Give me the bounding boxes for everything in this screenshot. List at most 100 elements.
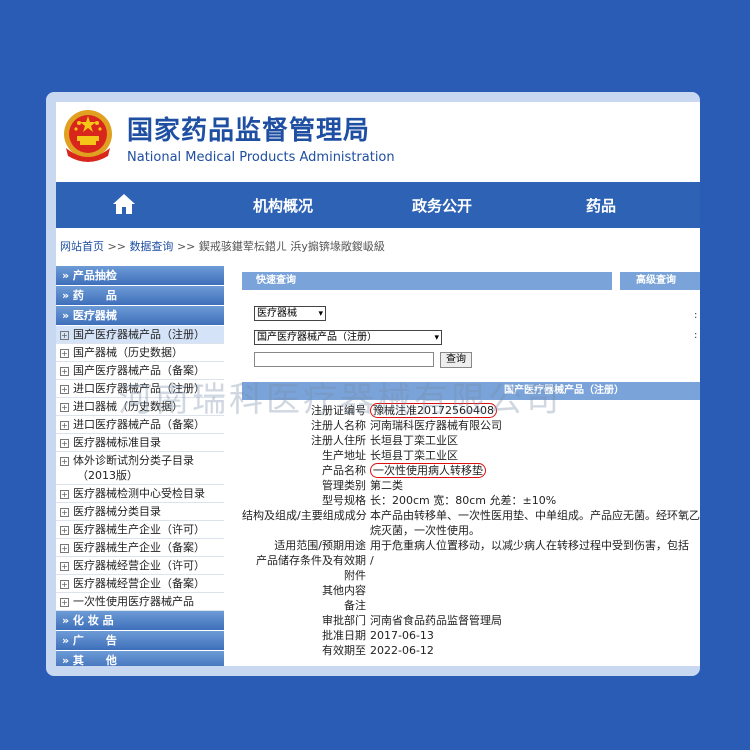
breadcrumb-current: 鍥戒骇鍖荤枟鍣ㄦ 浜у搧锛堟敞鍐岋級	[198, 240, 385, 253]
expand-icon: +	[60, 489, 69, 499]
field-value: 豫械注准20172560408	[370, 403, 700, 418]
sidebar-item-testing-center[interactable]: + 医疗器械检测中心受检目录	[56, 485, 224, 503]
breadcrumb-separator: >>	[176, 240, 196, 253]
field-label: 适用范围/预期用途	[274, 539, 366, 552]
sidebar-category-other[interactable]: » 其 他	[56, 651, 224, 666]
table-row: 产品名称 一次性使用病人转移垫	[242, 463, 700, 478]
sidebar-item-label: 医疗器械经营企业（备案）	[73, 577, 205, 590]
expand-icon: +	[60, 507, 69, 517]
sidebar-item-domestic-filed[interactable]: + 国产医疗器械产品（备案）	[56, 362, 224, 380]
sidebar-item-domestic-history[interactable]: + 国产器械（历史数据）	[56, 344, 224, 362]
sidebar-item-label: 医疗器械标准目录	[73, 436, 161, 449]
table-row: 审批部门 河南省食品药品监督管理局	[242, 613, 700, 628]
sidebar-item-label: 一次性使用医疗器械产品	[73, 595, 194, 608]
sidebar-category-ads[interactable]: » 广 告	[56, 631, 224, 650]
sidebar-item-import-registered[interactable]: + 进口医疗器械产品（注册）	[56, 380, 224, 398]
expand-icon: +	[60, 348, 69, 358]
sidebar-item-standards[interactable]: + 医疗器械标准目录	[56, 434, 224, 452]
table-row: 注册人住所 长垣县丁栾工业区	[242, 433, 700, 448]
sidebar-item-producer-license[interactable]: + 医疗器械生产企业（许可）	[56, 521, 224, 539]
screenshot-frame: 国家药品监督管理局 National Medical Products Admi…	[46, 92, 700, 676]
home-icon[interactable]	[112, 193, 136, 215]
expand-icon: +	[60, 384, 69, 394]
field-value: 长垣县丁栾工业区	[370, 434, 458, 447]
expand-icon: +	[60, 543, 69, 553]
field-value: 用于危重病人位置移动，以减少病人在转移过程中受到伤害，包括	[370, 539, 689, 552]
field-value: 2022-06-12	[370, 644, 434, 657]
sidebar-item-import-filed[interactable]: + 进口医疗器械产品（备案）	[56, 416, 224, 434]
sidebar-category-product-check[interactable]: » 产品抽检	[56, 266, 224, 285]
sidebar-item-label: 医疗器械生产企业（许可）	[73, 523, 205, 536]
field-value	[370, 598, 700, 613]
nav-item-drugs[interactable]: 药品	[586, 195, 616, 216]
national-emblem-icon	[64, 110, 112, 162]
sidebar-item-label: 医疗器械经营企业（许可）	[73, 559, 205, 572]
field-value: 第二类	[370, 479, 403, 492]
site-title-cn: 国家药品监督管理局	[127, 116, 371, 146]
field-label: 型号规格	[322, 494, 366, 507]
table-row: 有效期至 2022-06-12	[242, 643, 700, 658]
sidebar-item-label-cont: （2013版）	[77, 469, 138, 482]
sidebar-item-label: 体外诊断试剂分类子目录	[73, 454, 194, 467]
table-row: 附件	[242, 568, 700, 583]
category-select[interactable]: 医疗器械 ▾	[254, 306, 326, 321]
expand-icon: +	[60, 456, 69, 466]
clipped-text: :	[694, 310, 698, 321]
expand-icon: +	[60, 525, 69, 535]
sidebar-item-label: 国产器械（历史数据）	[73, 346, 183, 359]
breadcrumb-home-link[interactable]: 网站首页	[60, 240, 104, 253]
web-page: 国家药品监督管理局 National Medical Products Admi…	[56, 102, 700, 666]
main-nav: 机构概况 政务公开 药品	[56, 182, 700, 228]
clipped-text: :	[694, 330, 698, 341]
sidebar-item-label: 国产医疗器械产品（备案）	[73, 364, 205, 377]
field-value: 一次性使用病人转移垫	[370, 463, 700, 478]
sidebar-item-classification[interactable]: + 医疗器械分类目录	[56, 503, 224, 521]
field-label: 注册人名称	[311, 419, 366, 432]
expand-icon: +	[60, 579, 69, 589]
sidebar-item-dealer-filed[interactable]: + 医疗器械经营企业（备案）	[56, 575, 224, 593]
search-input[interactable]	[254, 352, 434, 367]
expand-icon: +	[60, 438, 69, 448]
expand-icon: +	[60, 366, 69, 376]
field-value: /	[370, 554, 374, 567]
search-button[interactable]: 查询	[440, 352, 472, 368]
sidebar-item-label: 国产医疗器械产品（注册）	[73, 328, 205, 341]
table-row: 生产地址 长垣县丁栾工业区	[242, 448, 700, 463]
table-row: 批准日期 2017-06-13	[242, 628, 700, 643]
field-label: 管理类别	[322, 479, 366, 492]
database-select[interactable]: 国产医疗器械产品（注册） ▾	[254, 330, 442, 345]
site-header: 国家药品监督管理局 National Medical Products Admi…	[56, 102, 700, 182]
breadcrumb-separator: >>	[107, 240, 126, 253]
field-label: 其他内容	[322, 584, 366, 597]
sidebar-item-dealer-license[interactable]: + 医疗器械经营企业（许可）	[56, 557, 224, 575]
sidebar-item-label: 进口医疗器械产品（注册）	[73, 382, 205, 395]
expand-icon: +	[60, 330, 69, 340]
nav-item-organization[interactable]: 机构概况	[253, 195, 313, 216]
breadcrumb-data-query-link[interactable]: 数据查询	[129, 240, 173, 253]
sidebar-item-import-history[interactable]: + 进口器械（历史数据）	[56, 398, 224, 416]
expand-icon: +	[60, 402, 69, 412]
tab-advanced-query[interactable]: 高级查询	[620, 272, 700, 290]
expand-icon: +	[60, 420, 69, 430]
sidebar-item-label: 医疗器械检测中心受检目录	[73, 487, 205, 500]
sidebar-item-disposable[interactable]: + 一次性使用医疗器械产品	[56, 593, 224, 611]
field-value: 长垣县丁栾工业区	[370, 449, 458, 462]
sidebar-item-label: 进口器械（历史数据）	[73, 400, 183, 413]
sidebar-item-producer-filed[interactable]: + 医疗器械生产企业（备案）	[56, 539, 224, 557]
field-label: 批准日期	[322, 629, 366, 642]
table-row: 管理类别 第二类	[242, 478, 700, 493]
sidebar-item-ivd-catalog[interactable]: + 体外诊断试剂分类子目录 （2013版）	[56, 452, 224, 485]
sidebar-item-domestic-registered[interactable]: + 国产医疗器械产品（注册）	[56, 326, 224, 344]
tab-quick-query[interactable]: 快速查询	[242, 272, 612, 290]
field-label: 注册证编号	[311, 404, 366, 417]
sidebar-category-drugs[interactable]: » 药 品	[56, 286, 224, 305]
field-value: 长：200cm 宽：80cm 允差：±10%	[370, 494, 557, 507]
sidebar-category-cosmetics[interactable]: » 化 妆 品	[56, 611, 224, 630]
site-title-en: National Medical Products Administration	[127, 150, 395, 165]
field-label: 注册人住所	[311, 434, 366, 447]
field-value	[370, 583, 700, 598]
nav-item-government-affairs[interactable]: 政务公开	[412, 195, 472, 216]
sidebar-category-devices[interactable]: » 医疗器械	[56, 306, 224, 325]
field-value: 2017-06-13	[370, 629, 434, 642]
field-label: 审批部门	[322, 614, 366, 627]
